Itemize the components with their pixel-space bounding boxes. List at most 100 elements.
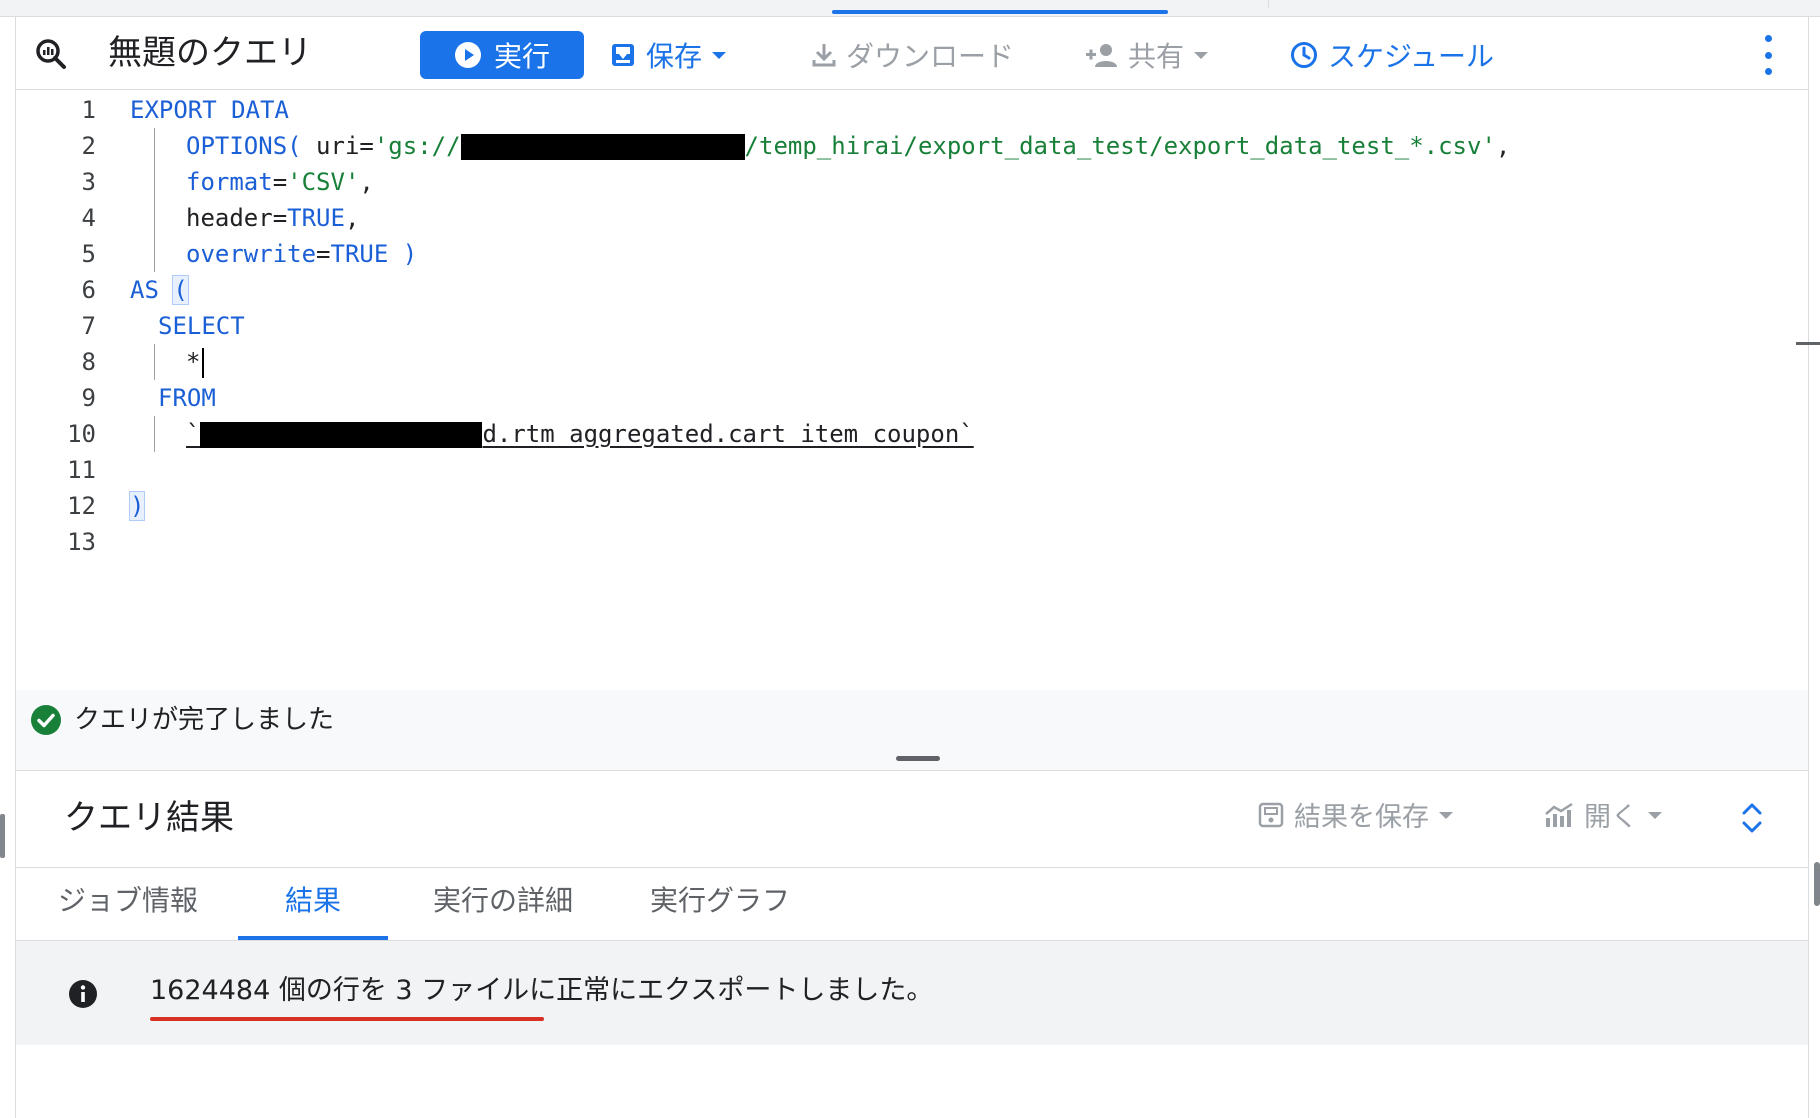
tab-separator xyxy=(1268,0,1269,8)
tab-execution-graph[interactable]: 実行グラフ xyxy=(630,868,810,940)
punctuation: , xyxy=(1495,132,1511,160)
code-line-2: OPTIONS( uri='gs:// /temp_hirai/export_da… xyxy=(186,128,1510,164)
keyword: overwrite xyxy=(186,240,317,268)
schedule-button-label: スケジュール xyxy=(1328,40,1495,73)
save-button-label: 保存 xyxy=(646,40,703,73)
line-number: 1 xyxy=(81,96,96,124)
keyword: SELECT xyxy=(158,312,245,340)
matched-bracket: ) xyxy=(128,491,146,521)
query-status-bar: クエリが完了しました xyxy=(16,690,1808,771)
punctuation: , xyxy=(359,168,374,196)
frame-border-right xyxy=(1808,16,1809,1118)
check-circle-icon xyxy=(31,705,61,735)
code-line-7: SELECT xyxy=(158,308,245,344)
save-icon xyxy=(1258,802,1284,827)
code-area[interactable]: EXPORT DATA OPTIONS( uri='gs:// /temp_hir… xyxy=(128,90,1796,690)
annotation-underline xyxy=(150,1017,544,1021)
info-icon xyxy=(69,980,97,1008)
line-number: 9 xyxy=(81,384,96,412)
query-title[interactable]: 無題のクエリ xyxy=(108,31,312,75)
line-number: 5 xyxy=(81,240,96,268)
line-number: 3 xyxy=(81,168,96,196)
save-button[interactable]: 保存 xyxy=(610,31,727,79)
line-number: 8 xyxy=(81,348,96,376)
active-tab-indicator xyxy=(832,10,1168,14)
share-button-label: 共有 xyxy=(1128,40,1185,73)
save-icon xyxy=(612,44,634,66)
schedule-button[interactable]: スケジュール xyxy=(1290,31,1494,79)
line-number: 2 xyxy=(81,132,96,160)
code-line-8: * xyxy=(186,344,200,380)
open-button[interactable]: 開く xyxy=(1544,795,1662,834)
run-button[interactable]: 実行 xyxy=(420,31,584,79)
query-icon xyxy=(36,39,66,69)
line-number-gutter: 1 2 3 4 5 6 7 8 9 10 11 12 13 xyxy=(16,90,128,690)
identifier: header= xyxy=(186,204,288,232)
keyword: EXPORT DATA xyxy=(130,96,289,124)
indent-guide xyxy=(154,128,155,272)
download-button[interactable]: ダウンロード xyxy=(812,31,1014,79)
code-line-5: overwrite=TRUE ) xyxy=(186,236,417,272)
code-line-9: FROM xyxy=(158,380,216,416)
string-literal: 'CSV' xyxy=(287,168,360,196)
code-line-4: header=TRUE, xyxy=(186,200,359,236)
keyword: TRUE xyxy=(287,204,345,232)
sql-editor[interactable]: 1 2 3 4 5 6 7 8 9 10 11 12 13 EXPORT DAT… xyxy=(16,90,1820,690)
chart-icon xyxy=(1545,802,1573,827)
more-options-icon[interactable] xyxy=(1756,35,1780,75)
save-results-label: 結果を保存 xyxy=(1294,802,1429,833)
code-line-3: format='CSV', xyxy=(186,164,374,200)
download-icon xyxy=(812,44,836,67)
left-panel-resize-handle[interactable] xyxy=(0,814,5,858)
code-line-12: ) xyxy=(128,488,146,524)
punctuation: , xyxy=(344,204,360,232)
line-number: 11 xyxy=(67,456,96,484)
table-reference: d.rtm_aggregated.cart_item_coupon` xyxy=(482,420,974,448)
code-line-10: ` d.rtm_aggregated.cart_item_coupon` xyxy=(186,416,974,452)
right-scrollbar-thumb[interactable] xyxy=(1814,862,1820,906)
download-button-label: ダウンロード xyxy=(846,40,1015,73)
expand-collapse-icon[interactable] xyxy=(1738,799,1766,837)
status-text: クエリが完了しました xyxy=(74,705,335,735)
window-top-strip xyxy=(0,0,1820,17)
results-title: クエリ結果 xyxy=(64,798,234,838)
tab-results[interactable]: 結果 xyxy=(238,868,388,940)
operator: = xyxy=(316,240,331,268)
redacted-project-id xyxy=(200,422,483,448)
string-literal: 'gs:// xyxy=(373,132,461,160)
indent-guide xyxy=(154,416,155,452)
line-number: 4 xyxy=(81,204,96,232)
line-number: 12 xyxy=(67,492,96,520)
keyword: AS xyxy=(130,276,159,304)
text-cursor xyxy=(202,348,204,378)
matched-bracket: ( xyxy=(172,275,189,305)
save-results-button[interactable]: 結果を保存 xyxy=(1258,795,1453,834)
caret-down-icon xyxy=(1439,811,1453,819)
identifier: * xyxy=(186,348,201,376)
operator: = xyxy=(272,168,288,196)
keyword: format xyxy=(186,168,273,196)
panel-resize-handle[interactable] xyxy=(896,756,940,761)
line-number: 10 xyxy=(67,420,96,448)
redacted-bucket-name xyxy=(460,134,745,160)
tab-job-info[interactable]: ジョブ情報 xyxy=(48,868,208,940)
code-line-6: AS ( xyxy=(130,272,189,308)
play-circle-icon xyxy=(454,42,481,68)
caret-down-icon xyxy=(712,52,727,59)
code-line-1: EXPORT DATA xyxy=(130,92,289,128)
keyword: TRUE ) xyxy=(330,240,418,268)
line-number: 6 xyxy=(81,276,96,304)
keyword: OPTIONS( xyxy=(186,132,302,160)
share-button[interactable]: 共有 xyxy=(1086,31,1209,79)
export-message: 1624484 個の行を 3 ファイルに正常にエクスポートしました。 xyxy=(150,975,934,1006)
indent-guide xyxy=(154,344,155,380)
open-button-label: 開く xyxy=(1584,802,1638,833)
keyword: FROM xyxy=(158,384,216,412)
results-tabs: ジョブ情報 結果 実行の詳細 実行グラフ xyxy=(16,868,1808,941)
identifier: uri= xyxy=(301,132,374,160)
export-result-message-box: 1624484 個の行を 3 ファイルに正常にエクスポートしました。 xyxy=(16,941,1808,1045)
clock-icon xyxy=(1291,42,1317,68)
query-toolbar: 無題のクエリ 実行 保存 ダウンロード 共有 スケジュール xyxy=(16,17,1808,90)
tab-execution-details[interactable]: 実行の詳細 xyxy=(408,868,598,940)
person-add-icon xyxy=(1086,44,1117,67)
